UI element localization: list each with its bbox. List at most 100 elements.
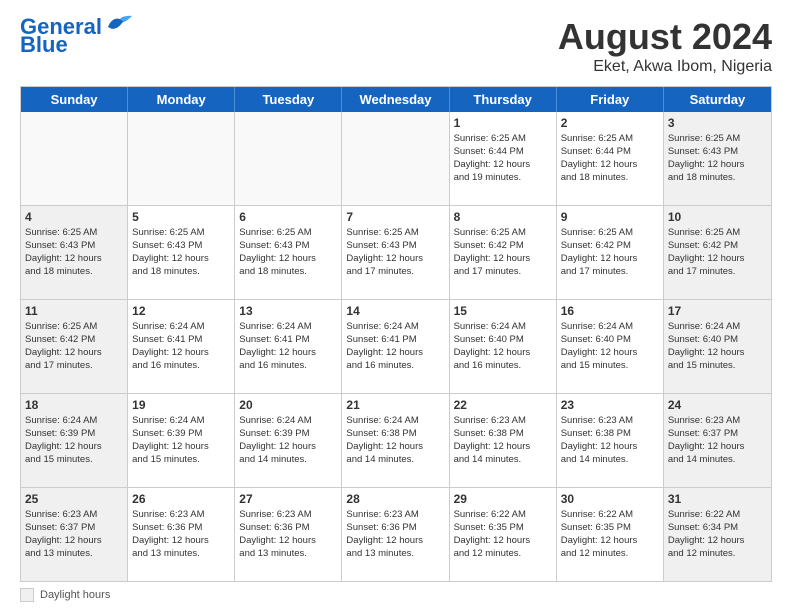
- calendar-cell: 31 Sunrise: 6:22 AM Sunset: 6:34 PM Dayli…: [664, 488, 771, 581]
- calendar-cell: 10 Sunrise: 6:25 AM Sunset: 6:42 PM Dayli…: [664, 206, 771, 299]
- day-number: 16: [561, 303, 659, 319]
- day-number: 10: [668, 209, 767, 225]
- day-number: 6: [239, 209, 337, 225]
- calendar-cell: 4Sunrise: 6:25 AM Sunset: 6:43 PM Daylig…: [21, 206, 128, 299]
- day-number: 18: [25, 397, 123, 413]
- day-number: 22: [454, 397, 552, 413]
- day-info: Sunrise: 6:23 AM Sunset: 6:38 PM Dayligh…: [454, 415, 531, 464]
- day-info: Sunrise: 6:25 AM Sunset: 6:43 PM Dayligh…: [239, 227, 316, 276]
- day-number: 25: [25, 491, 123, 507]
- day-number: 28: [346, 491, 444, 507]
- day-number: 5: [132, 209, 230, 225]
- day-info: Sunrise: 6:24 AM Sunset: 6:41 PM Dayligh…: [132, 321, 209, 370]
- header: General Blue August 2024 Eket, Akwa Ibom…: [20, 16, 772, 76]
- day-info: Sunrise: 6:23 AM Sunset: 6:36 PM Dayligh…: [132, 509, 209, 558]
- day-info: Sunrise: 6:22 AM Sunset: 6:35 PM Dayligh…: [561, 509, 638, 558]
- day-info: Sunrise: 6:25 AM Sunset: 6:42 PM Dayligh…: [25, 321, 102, 370]
- day-number: 4: [25, 209, 123, 225]
- day-number: 31: [668, 491, 767, 507]
- calendar-cell: 20Sunrise: 6:24 AM Sunset: 6:39 PM Dayli…: [235, 394, 342, 487]
- calendar-cell: 16Sunrise: 6:24 AM Sunset: 6:40 PM Dayli…: [557, 300, 664, 393]
- calendar-cell: [128, 112, 235, 205]
- day-number: 14: [346, 303, 444, 319]
- calendar-cell: 14 Sunrise: 6:24 AM Sunset: 6:41 PM Dayli…: [342, 300, 449, 393]
- calendar-cell: 8Sunrise: 6:25 AM Sunset: 6:42 PM Daylig…: [450, 206, 557, 299]
- day-info: Sunrise: 6:22 AM Sunset: 6:35 PM Dayligh…: [454, 509, 531, 558]
- calendar-cell: 2 Sunrise: 6:25 AM Sunset: 6:44 PM Daylig…: [557, 112, 664, 205]
- calendar-cell: 30Sunrise: 6:22 AM Sunset: 6:35 PM Dayli…: [557, 488, 664, 581]
- day-info: Sunrise: 6:24 AM Sunset: 6:39 PM Dayligh…: [25, 415, 102, 464]
- calendar-cell: 5 Sunrise: 6:25 AM Sunset: 6:43 PM Daylig…: [128, 206, 235, 299]
- day-info: Sunrise: 6:25 AM Sunset: 6:42 PM Dayligh…: [668, 227, 745, 276]
- day-info: Sunrise: 6:25 AM Sunset: 6:43 PM Dayligh…: [668, 133, 745, 182]
- calendar-week-row: 25Sunrise: 6:23 AM Sunset: 6:37 PM Dayli…: [21, 488, 771, 581]
- day-number: 12: [132, 303, 230, 319]
- calendar-header-day: Wednesday: [342, 87, 449, 112]
- logo-bird-icon: [104, 13, 132, 33]
- day-number: 15: [454, 303, 552, 319]
- day-info: Sunrise: 6:23 AM Sunset: 6:38 PM Dayligh…: [561, 415, 638, 464]
- calendar-cell: 7 Sunrise: 6:25 AM Sunset: 6:43 PM Daylig…: [342, 206, 449, 299]
- day-info: Sunrise: 6:24 AM Sunset: 6:41 PM Dayligh…: [346, 321, 423, 370]
- day-info: Sunrise: 6:22 AM Sunset: 6:34 PM Dayligh…: [668, 509, 745, 558]
- calendar-week-row: 18 Sunrise: 6:24 AM Sunset: 6:39 PM Dayli…: [21, 394, 771, 488]
- day-info: Sunrise: 6:24 AM Sunset: 6:41 PM Dayligh…: [239, 321, 316, 370]
- day-number: 2: [561, 115, 659, 131]
- day-number: 9: [561, 209, 659, 225]
- calendar-header: SundayMondayTuesdayWednesdayThursdayFrid…: [21, 87, 771, 112]
- day-info: Sunrise: 6:25 AM Sunset: 6:43 PM Dayligh…: [346, 227, 423, 276]
- day-number: 17: [668, 303, 767, 319]
- calendar-cell: 19Sunrise: 6:24 AM Sunset: 6:39 PM Dayli…: [128, 394, 235, 487]
- day-info: Sunrise: 6:24 AM Sunset: 6:39 PM Dayligh…: [132, 415, 209, 464]
- day-info: Sunrise: 6:23 AM Sunset: 6:37 PM Dayligh…: [668, 415, 745, 464]
- calendar-cell: 3 Sunrise: 6:25 AM Sunset: 6:43 PM Daylig…: [664, 112, 771, 205]
- calendar-cell: 23 Sunrise: 6:23 AM Sunset: 6:38 PM Dayli…: [557, 394, 664, 487]
- calendar-header-day: Saturday: [664, 87, 771, 112]
- calendar-cell: 17Sunrise: 6:24 AM Sunset: 6:40 PM Dayli…: [664, 300, 771, 393]
- calendar-cell: 12 Sunrise: 6:24 AM Sunset: 6:41 PM Dayli…: [128, 300, 235, 393]
- day-number: 13: [239, 303, 337, 319]
- calendar-cell: 11Sunrise: 6:25 AM Sunset: 6:42 PM Dayli…: [21, 300, 128, 393]
- page: General Blue August 2024 Eket, Akwa Ibom…: [0, 0, 792, 612]
- calendar-cell: [342, 112, 449, 205]
- day-info: Sunrise: 6:24 AM Sunset: 6:40 PM Dayligh…: [454, 321, 531, 370]
- calendar-header-day: Thursday: [450, 87, 557, 112]
- day-info: Sunrise: 6:25 AM Sunset: 6:43 PM Dayligh…: [132, 227, 209, 276]
- day-info: Sunrise: 6:25 AM Sunset: 6:42 PM Dayligh…: [454, 227, 531, 276]
- calendar-cell: 18 Sunrise: 6:24 AM Sunset: 6:39 PM Dayli…: [21, 394, 128, 487]
- day-info: Sunrise: 6:25 AM Sunset: 6:44 PM Dayligh…: [561, 133, 638, 182]
- calendar-cell: 22 Sunrise: 6:23 AM Sunset: 6:38 PM Dayli…: [450, 394, 557, 487]
- day-info: Sunrise: 6:23 AM Sunset: 6:36 PM Dayligh…: [239, 509, 316, 558]
- calendar-subtitle: Eket, Akwa Ibom, Nigeria: [558, 58, 772, 76]
- day-number: 27: [239, 491, 337, 507]
- calendar-cell: 28 Sunrise: 6:23 AM Sunset: 6:36 PM Dayli…: [342, 488, 449, 581]
- calendar-title: August 2024: [558, 16, 772, 58]
- calendar-header-day: Sunday: [21, 87, 128, 112]
- calendar-header-day: Tuesday: [235, 87, 342, 112]
- footer-label: Daylight hours: [40, 589, 110, 601]
- day-info: Sunrise: 6:25 AM Sunset: 6:42 PM Dayligh…: [561, 227, 638, 276]
- calendar-body: 1Sunrise: 6:25 AM Sunset: 6:44 PM Daylig…: [21, 112, 771, 581]
- calendar: SundayMondayTuesdayWednesdayThursdayFrid…: [20, 86, 772, 582]
- footer: Daylight hours: [20, 588, 772, 602]
- calendar-cell: 21Sunrise: 6:24 AM Sunset: 6:38 PM Dayli…: [342, 394, 449, 487]
- calendar-week-row: 4 Sunrise: 6:25 AM Sunset: 6:43 PM Daylig…: [21, 206, 771, 300]
- calendar-cell: 29Sunrise: 6:22 AM Sunset: 6:35 PM Dayli…: [450, 488, 557, 581]
- title-section: August 2024 Eket, Akwa Ibom, Nigeria: [558, 16, 772, 76]
- logo-blue: Blue: [20, 34, 68, 56]
- day-number: 20: [239, 397, 337, 413]
- calendar-cell: 25Sunrise: 6:23 AM Sunset: 6:37 PM Dayli…: [21, 488, 128, 581]
- calendar-cell: 6 Sunrise: 6:25 AM Sunset: 6:43 PM Daylig…: [235, 206, 342, 299]
- day-number: 7: [346, 209, 444, 225]
- calendar-header-day: Friday: [557, 87, 664, 112]
- day-number: 3: [668, 115, 767, 131]
- calendar-cell: 13 Sunrise: 6:24 AM Sunset: 6:41 PM Dayli…: [235, 300, 342, 393]
- calendar-cell: 1Sunrise: 6:25 AM Sunset: 6:44 PM Daylig…: [450, 112, 557, 205]
- calendar-week-row: 11Sunrise: 6:25 AM Sunset: 6:42 PM Dayli…: [21, 300, 771, 394]
- calendar-cell: 9 Sunrise: 6:25 AM Sunset: 6:42 PM Daylig…: [557, 206, 664, 299]
- calendar-cell: [21, 112, 128, 205]
- day-info: Sunrise: 6:23 AM Sunset: 6:36 PM Dayligh…: [346, 509, 423, 558]
- day-number: 21: [346, 397, 444, 413]
- calendar-header-day: Monday: [128, 87, 235, 112]
- day-number: 23: [561, 397, 659, 413]
